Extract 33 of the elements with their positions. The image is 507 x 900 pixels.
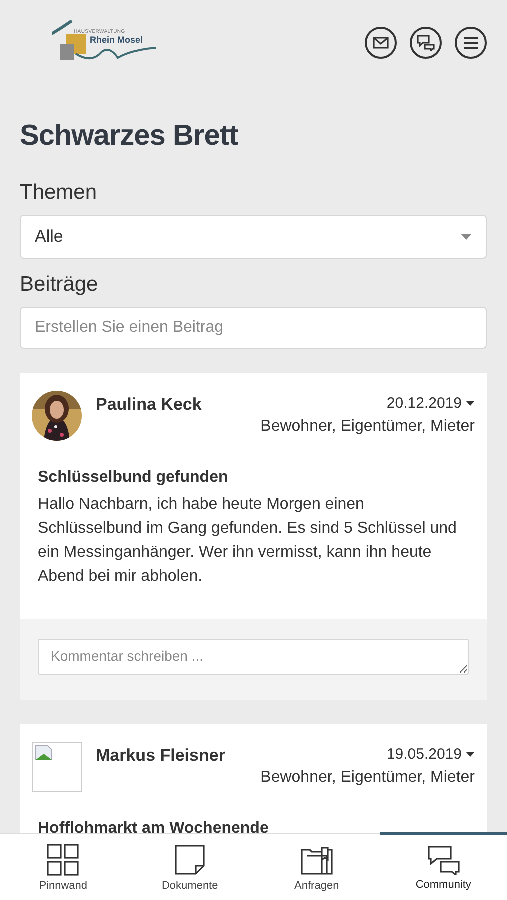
post-title: Hofflohmarkt am Wochenende <box>37 819 270 833</box>
post-date[interactable]: 20.12.2019 <box>386 395 475 412</box>
nav-tab[interactable]: Pinnwand <box>0 832 127 900</box>
topics-select[interactable]: Alle <box>20 215 487 259</box>
caret-icon <box>466 401 475 406</box>
menu-icon <box>463 37 479 49</box>
posts-label: Beiträge <box>20 273 100 297</box>
caret-icon <box>461 234 472 240</box>
chat-icon <box>417 35 435 51</box>
post-body: Hallo Nachbarn, ich habe heute Morgen einen Schlüsselbund im Gang gefunden. Es sind 5 Schlüssel und ein Messinganhänger. Wer ihn vermisst, kann ihn heute Abend bei mir abholen. <box>37 495 458 587</box>
author-name: Markus Fleisner <box>96 746 226 767</box>
comment-field[interactable]: Kommentar schreiben ... <box>38 639 469 675</box>
nav-tab[interactable]: Dokumente <box>126 832 254 900</box>
page-title: Schwarzes Brett <box>20 120 240 153</box>
post-date[interactable]: 19.05.2019 <box>386 746 475 763</box>
grid-icon <box>47 844 80 876</box>
mail-button[interactable] <box>365 27 397 59</box>
post-audience: Bewohner, Eigentümer, Mieter <box>260 769 475 787</box>
broken-image-icon <box>32 742 82 792</box>
chat-icon <box>426 844 461 874</box>
caret-icon <box>466 752 475 757</box>
nav-tab[interactable]: Anfragen <box>254 832 380 900</box>
logo-name: Rhein Mosel <box>90 35 144 45</box>
create-post-field[interactable]: Erstellen Sie einen Beitrag <box>20 307 487 349</box>
author-name: Paulina Keck <box>96 395 202 416</box>
menu-button[interactable] <box>455 27 487 59</box>
note-icon <box>174 844 206 876</box>
post-audience: Bewohner, Eigentümer, Mieter <box>260 418 475 436</box>
topics-label: Themen <box>20 181 98 205</box>
chat-button[interactable] <box>410 27 442 59</box>
mail-icon <box>373 37 389 49</box>
nav-tab[interactable]: Community <box>380 832 507 900</box>
post-title: Schlüsselbund gefunden <box>37 468 230 488</box>
